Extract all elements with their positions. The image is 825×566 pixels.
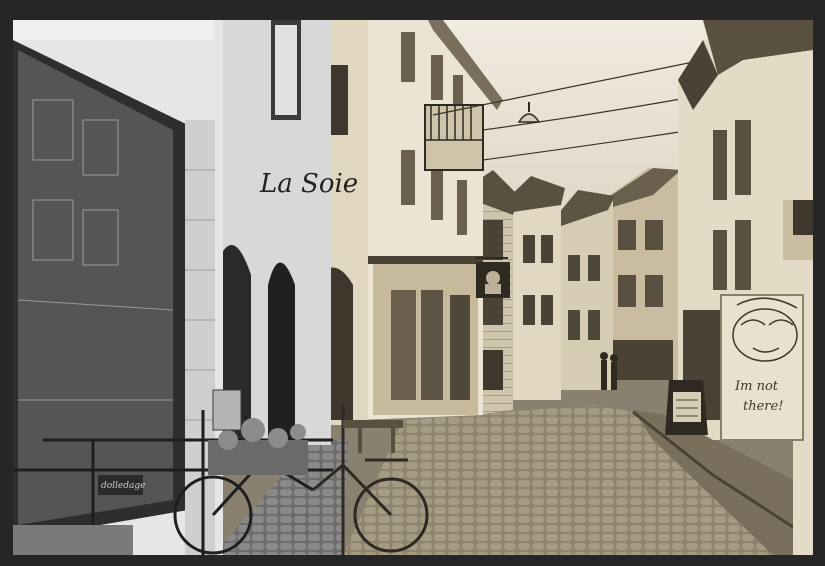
photo-frame: Im not there! La Soie dolledage: [0, 0, 825, 566]
shop-sign-la-soie: La Soie: [259, 169, 358, 199]
graffiti-text-line2: there!: [743, 399, 783, 414]
street-scene: Im not there! La Soie dolledage: [13, 20, 813, 555]
graffiti-text-line1: Im not: [734, 379, 779, 394]
sandwich-board: [665, 380, 708, 435]
center-building: [358, 20, 503, 420]
hanging-portrait-sign: [475, 257, 510, 298]
bench: [343, 420, 403, 453]
street-photo: Im not there! La Soie dolledage: [13, 20, 813, 555]
window-logo-text: dolledage: [101, 481, 145, 491]
grayscale-section: [13, 20, 348, 555]
